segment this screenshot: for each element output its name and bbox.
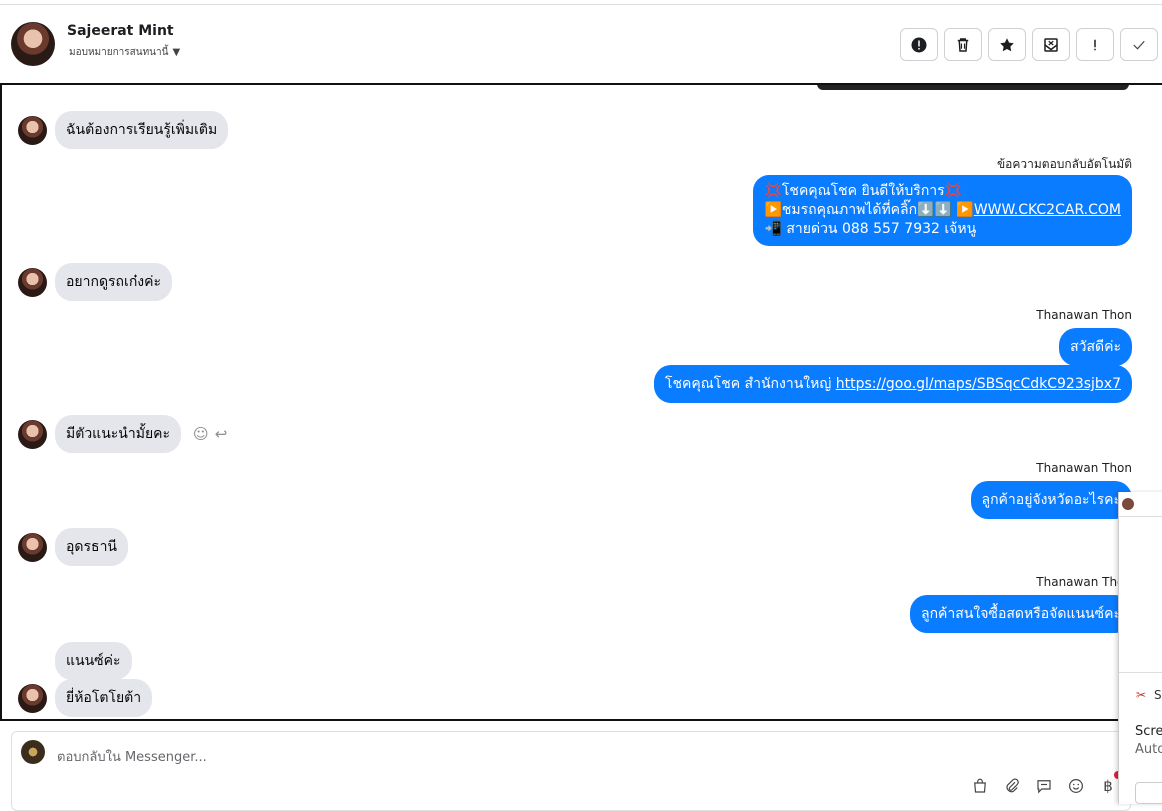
overlay-button[interactable]	[1135, 782, 1162, 804]
avatar[interactable]	[18, 115, 47, 145]
paperclip-icon[interactable]	[1002, 776, 1022, 796]
message-bubble[interactable]: ลูกค้าสนใจซื้อสดหรือจัดแนนซ์คะ	[910, 595, 1132, 633]
message-thread[interactable]: ฉันต้องการเรียนรู้เพิ่มเติม ข้อความตอบกล…	[0, 83, 1162, 721]
reply-arrow-icon[interactable]: ↩	[215, 425, 228, 443]
avatar[interactable]	[18, 683, 47, 713]
assign-label: มอบหมายการสนทนานี้	[69, 47, 169, 58]
message-bubble[interactable]: แนนซ์ค่ะ	[55, 642, 132, 680]
message-bubble[interactable]: สวัสดีค่ะ	[1059, 328, 1132, 366]
sender-name: Thanawan Thon	[1036, 461, 1132, 475]
shopping-bag-icon[interactable]	[970, 776, 990, 796]
exclamation-icon	[1094, 39, 1096, 50]
done-button[interactable]	[1120, 28, 1158, 61]
assign-conversation-dropdown[interactable]: มอบหมายการสนทนานี้ ▼	[69, 45, 180, 60]
payment-baht-icon[interactable]: ฿	[1098, 776, 1118, 796]
incoming-message: มีตัวแนะนำมั้ยคะ ☺ ↩	[18, 415, 227, 453]
message-text: โชคคุณโชค สำนักงานใหญ่	[664, 376, 836, 392]
message-bubble[interactable]: ยี่ห้อโตโยต้า	[55, 679, 153, 717]
website-link[interactable]: WWW.CKC2CAR.COM	[974, 202, 1121, 218]
avatar[interactable]	[18, 532, 47, 562]
auto-reply-label: ข้อความตอบกลับอัตโนมัติ	[996, 157, 1132, 171]
trash-icon	[957, 37, 969, 52]
message-bubble[interactable]: ฉันต้องการเรียนรู้เพิ่มเติม	[55, 111, 229, 149]
previous-attachment-edge	[817, 85, 1129, 90]
snip-title: S	[1154, 688, 1162, 702]
envelope-x-icon	[1044, 37, 1058, 52]
page-avatar	[21, 740, 45, 764]
mark-unread-button[interactable]	[1032, 28, 1070, 61]
caret-down-icon: ▼	[172, 47, 181, 58]
star-button[interactable]	[988, 28, 1026, 61]
map-link[interactable]: https://goo.gl/maps/SBSqcCdkC923sjbx7	[836, 376, 1121, 392]
auto-reply-bubble[interactable]: 💢โชคคุณโชค ยินดีให้บริการ💢 ▶️ชมรถคุณภาพไ…	[753, 175, 1132, 246]
screen-capture-overlay[interactable]: ✂ S Scre Auto	[1118, 492, 1162, 804]
react-smiley-icon[interactable]: ☺	[193, 425, 209, 443]
avatar[interactable]	[11, 22, 55, 66]
message-bubble[interactable]: โชคคุณโชค สำนักงานใหญ่ https://goo.gl/ma…	[653, 365, 1132, 403]
overlay-line: Auto	[1135, 742, 1162, 757]
scissors-icon: ✂	[1136, 688, 1147, 702]
thumbnail-avatar	[1122, 498, 1134, 510]
incoming-message: อุดรธานี	[18, 528, 128, 566]
delete-button[interactable]	[944, 28, 982, 61]
message-bubble[interactable]: มีตัวแนะนำมั้ยคะ	[55, 415, 182, 453]
composer-toolbar: ฿	[970, 776, 1118, 796]
alert-circle-icon	[911, 37, 927, 52]
important-button[interactable]	[1076, 28, 1114, 61]
incoming-message: ยี่ห้อโตโยต้า	[18, 679, 153, 717]
conversation-header: Sajeerat Mint มอบหมายการสนทนานี้ ▼	[0, 4, 1162, 82]
saved-reply-icon[interactable]	[1034, 776, 1054, 796]
report-button[interactable]	[900, 28, 938, 61]
auto-reply-line: 📲 สายด่วน 088 557 7932 เจ้หนู	[764, 221, 977, 237]
auto-reply-line: ▶️ชมรถคุณภาพได้ที่คลิ๊ก⬇️⬇️ ▶️WWW.CKC2CA…	[764, 201, 1121, 220]
incoming-message: อยากดูรถเก๋งค่ะ	[18, 263, 173, 301]
auto-reply-text: ▶️ชมรถคุณภาพได้ที่คลิ๊ก⬇️⬇️ ▶️	[764, 202, 974, 218]
avatar[interactable]	[18, 419, 47, 449]
avatar[interactable]	[18, 267, 47, 297]
action-toolbar	[900, 28, 1158, 61]
message-bubble[interactable]: ลูกค้าอยู่จังหวัดอะไรคะ	[970, 481, 1132, 519]
contact-name[interactable]: Sajeerat Mint	[67, 23, 174, 39]
check-icon	[1133, 40, 1145, 50]
auto-reply-line: 💢โชคคุณโชค ยินดีให้บริการ💢	[764, 183, 963, 199]
sender-name: Thanawan Thon	[1036, 308, 1132, 322]
star-icon	[1000, 37, 1014, 51]
incoming-message: แนนซ์ค่ะ	[18, 642, 132, 680]
reply-input[interactable]: ตอบกลับใน Messenger...	[57, 746, 207, 767]
message-bubble[interactable]: อยากดูรถเก๋งค่ะ	[55, 263, 173, 301]
emoji-icon[interactable]	[1066, 776, 1086, 796]
overlay-line: Scre	[1135, 724, 1162, 739]
message-actions: ☺ ↩	[193, 425, 227, 443]
message-bubble[interactable]: อุดรธานี	[55, 528, 128, 566]
incoming-message: ฉันต้องการเรียนรู้เพิ่มเติม	[18, 111, 229, 149]
reply-composer[interactable]: ตอบกลับใน Messenger... ฿	[11, 731, 1131, 811]
